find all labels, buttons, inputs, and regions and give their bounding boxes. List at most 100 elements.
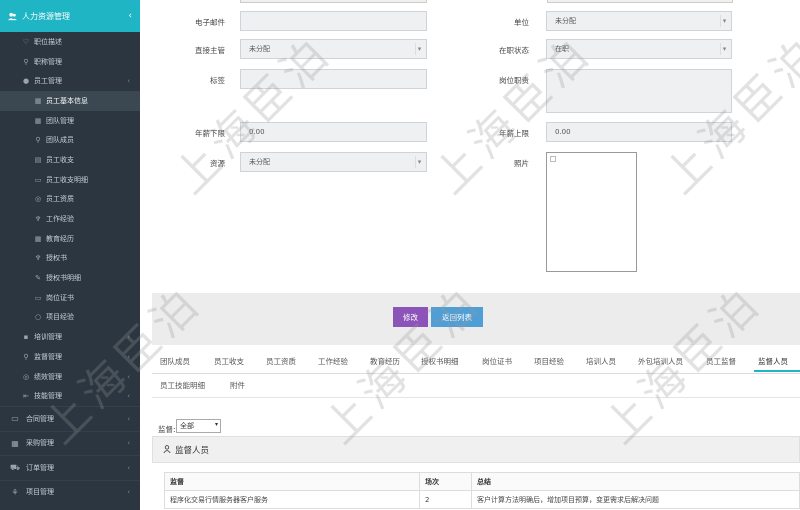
top-field-edge bbox=[547, 0, 733, 3]
back-to-list-button[interactable]: 返回列表 bbox=[431, 307, 483, 327]
sidebar-item[interactable]: ♆ 工作经验 bbox=[0, 209, 140, 229]
top-field-edge bbox=[240, 0, 427, 3]
sidebar-item[interactable]: ⇤ 技能管理 ‹ bbox=[0, 386, 140, 406]
sidebar-group[interactable]: ▭ 合同管理 ‹ bbox=[0, 406, 140, 431]
salary-min-field[interactable]: 0.00 bbox=[240, 122, 427, 142]
sidebar-item-label: 员工基本信息 bbox=[46, 96, 88, 105]
table-cell: 2 bbox=[419, 490, 472, 509]
edit-button[interactable]: 修改 bbox=[393, 307, 428, 327]
sidebar-header-label: 人力资源管理 bbox=[22, 11, 70, 21]
tab[interactable]: 员工监督 bbox=[706, 356, 736, 367]
source-select[interactable]: 未分配 ▾ bbox=[240, 152, 427, 172]
tab[interactable]: 员工资质 bbox=[266, 356, 296, 367]
menu-item-icon: ♡ bbox=[22, 37, 30, 46]
chevron-left-icon: ‹ bbox=[127, 414, 130, 423]
menu-item-icon: ⇤ bbox=[23, 392, 29, 401]
sidebar-item[interactable]: ● 员工管理 ‹ bbox=[0, 71, 140, 91]
email-field[interactable] bbox=[240, 11, 427, 31]
tab[interactable]: 岗位证书 bbox=[482, 356, 512, 367]
sidebar-item[interactable]: ▭ 员工收支明细 bbox=[0, 170, 140, 190]
menu-item-icon: ⚲ bbox=[35, 136, 41, 145]
sidebar-group[interactable]: ⚘ 项目管理 ‹ bbox=[0, 479, 140, 505]
sidebar-item[interactable]: ▤ 员工收支 bbox=[0, 150, 140, 170]
sidebar-item-label: 岗位证书 bbox=[46, 293, 74, 302]
sidebar-item-label: 绩效管理 bbox=[34, 372, 62, 381]
sidebar-item-label: 工作经验 bbox=[46, 215, 74, 224]
tab[interactable]: 员工技能明细 bbox=[160, 380, 205, 391]
column-header[interactable]: 场次 bbox=[419, 472, 472, 491]
salary-max-label: 年薪上限 bbox=[499, 129, 529, 138]
sidebar-item-label: 项目经验 bbox=[46, 313, 74, 322]
tab[interactable]: 外包培训人员 bbox=[638, 356, 683, 367]
photo-frame[interactable] bbox=[546, 152, 637, 272]
menu-item-icon: ▭ bbox=[34, 175, 42, 184]
sidebar-item[interactable]: ⚲ 监督管理 ‹ bbox=[0, 347, 140, 367]
sidebar-item[interactable]: ♡ 职位描述 bbox=[0, 32, 140, 52]
sidebar-item[interactable]: ◎ 绩效管理 ‹ bbox=[0, 367, 140, 387]
tab[interactable]: 团队成员 bbox=[160, 356, 190, 367]
tag-field[interactable] bbox=[240, 69, 427, 89]
filter-select[interactable]: 全部 ▾ bbox=[176, 419, 221, 433]
sidebar-item-label: 培训管理 bbox=[34, 333, 62, 342]
tab[interactable]: 项目经验 bbox=[534, 356, 564, 367]
user-icon bbox=[163, 444, 171, 455]
chevron-down-icon: ▾ bbox=[214, 421, 218, 428]
tab[interactable]: 附件 bbox=[230, 380, 245, 391]
unit-select[interactable]: 未分配 ▾ bbox=[546, 11, 732, 31]
tab[interactable]: 员工收支 bbox=[214, 356, 244, 367]
sidebar-header-hr[interactable]: 人力资源管理 ‹ bbox=[0, 0, 140, 32]
tab-divider bbox=[152, 397, 800, 398]
sidebar-item[interactable]: ▦ 教育经历 bbox=[0, 229, 140, 249]
sidebar-item-label: 监督管理 bbox=[34, 352, 62, 361]
sidebar-item-label: 员工收支 bbox=[46, 155, 74, 164]
sidebar-item-label: 员工资质 bbox=[46, 195, 74, 204]
supervisor-value: 未分配 bbox=[249, 45, 270, 53]
chevron-left-icon: ‹ bbox=[127, 333, 130, 342]
sidebar-group-label: 合同管理 bbox=[26, 414, 54, 423]
chevron-down-icon: ▾ bbox=[720, 43, 728, 55]
tab[interactable]: 工作经验 bbox=[318, 356, 348, 367]
tab[interactable]: 监督人员 bbox=[758, 356, 788, 367]
sidebar-item[interactable]: ✎ 授权书明细 bbox=[0, 268, 140, 288]
sidebar-group[interactable]: ⛟ 订单管理 ‹ bbox=[0, 455, 140, 480]
sidebar-item[interactable]: ◎ 员工资质 bbox=[0, 190, 140, 210]
sidebar-item[interactable]: ○ 项目经验 bbox=[0, 308, 140, 328]
duty-textarea[interactable] bbox=[546, 69, 732, 113]
column-header[interactable]: 监督 bbox=[164, 472, 420, 491]
sidebar-group[interactable]: ▦ 采购管理 ‹ bbox=[0, 430, 140, 456]
status-select[interactable]: 在职 ▾ bbox=[546, 39, 732, 59]
image-placeholder-icon bbox=[550, 156, 556, 162]
email-label: 电子邮件 bbox=[195, 18, 225, 27]
sidebar-item[interactable]: ▦ 员工基本信息 bbox=[0, 91, 140, 111]
chevron-down-icon: ▾ bbox=[720, 15, 728, 27]
unit-value: 未分配 bbox=[555, 17, 576, 25]
menu-item-icon: ▦ bbox=[34, 234, 42, 243]
sidebar-groups: ▭ 合同管理 ‹ ▦ 采购管理 ‹ ⛟ 订单管理 ‹ ⚘ 项目管理 ‹ bbox=[0, 406, 140, 504]
column-header[interactable]: 总结 bbox=[471, 472, 800, 491]
chevron-down-icon: ▾ bbox=[415, 156, 423, 168]
tab[interactable]: 授权书明细 bbox=[421, 356, 459, 367]
active-tab-indicator bbox=[754, 370, 800, 372]
menu-item-icon: ✎ bbox=[35, 274, 41, 283]
table-row[interactable]: 程序化交易行情服务器客户服务 2 客户计算方法明确后，增加项目预算，变更需求后解… bbox=[164, 490, 800, 509]
sidebar: 人力资源管理 ‹ ♡ 职位描述 ⚲ 职称管理 ● 员工管理 ‹ ▦ 员工基本信息 ▦ 团队管理 ⚲ 团队… bbox=[0, 0, 140, 510]
menu-item-icon: ⚲ bbox=[23, 352, 29, 361]
sidebar-item[interactable]: ▪ 培训管理 ‹ bbox=[0, 327, 140, 347]
chevron-left-icon: ‹ bbox=[127, 488, 130, 497]
duty-label: 岗位职责 bbox=[499, 76, 529, 85]
supervisor-label: 直接主管 bbox=[195, 46, 225, 55]
tab[interactable]: 培训人员 bbox=[586, 356, 616, 367]
sidebar-item[interactable]: ▦ 团队管理 bbox=[0, 111, 140, 131]
sidebar-group-label: 采购管理 bbox=[26, 439, 54, 448]
chevron-left-icon: ‹ bbox=[128, 11, 132, 21]
table-header-row: 监督 场次 总结 bbox=[164, 472, 800, 491]
sidebar-item[interactable]: ⚲ 职称管理 bbox=[0, 52, 140, 72]
sidebar-item[interactable]: ⚲ 团队成员 bbox=[0, 130, 140, 150]
salary-max-field[interactable]: 0.00 bbox=[546, 122, 732, 142]
chevron-left-icon: ‹ bbox=[127, 439, 130, 448]
tab[interactable]: 教育经历 bbox=[370, 356, 400, 367]
sidebar-item[interactable]: ♆ 授权书 bbox=[0, 249, 140, 269]
supervisor-select[interactable]: 未分配 ▾ bbox=[240, 39, 427, 59]
sidebar-item[interactable]: ▭ 岗位证书 bbox=[0, 288, 140, 308]
menu-item-icon: ⚲ bbox=[23, 57, 29, 66]
